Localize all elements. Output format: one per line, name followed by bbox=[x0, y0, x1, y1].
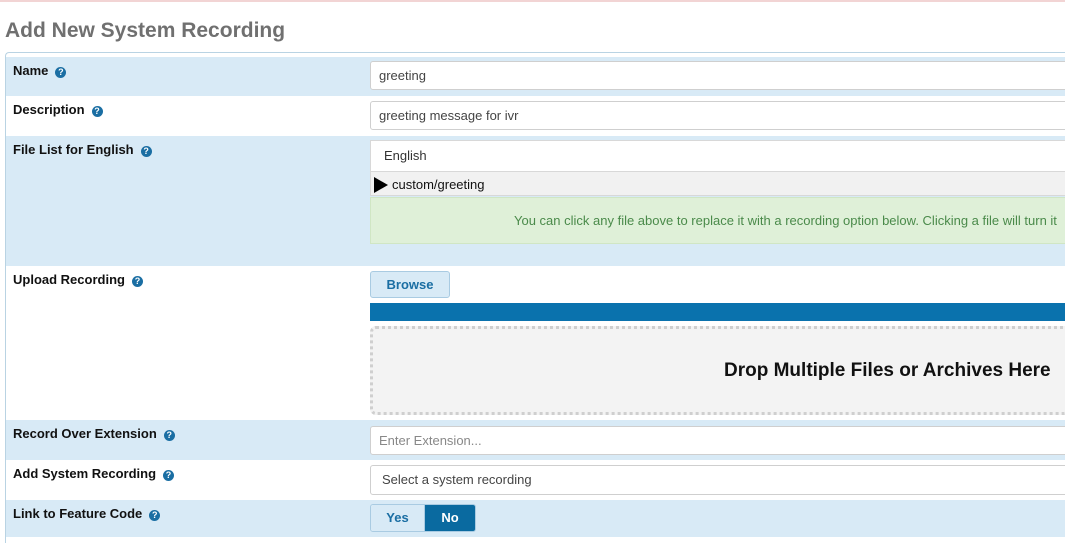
info-message: You can click any file above to replace … bbox=[370, 197, 1065, 244]
top-accent-bar bbox=[0, 0, 1065, 2]
feature-code-toggle: Yes No bbox=[370, 504, 476, 532]
help-icon[interactable]: ? bbox=[149, 510, 161, 521]
upload-progress-bar bbox=[370, 303, 1065, 321]
record-extension-label: Record Over Extension bbox=[13, 426, 157, 441]
help-icon[interactable]: ? bbox=[163, 430, 175, 441]
file-list-label: File List for English bbox=[13, 142, 134, 157]
help-icon[interactable]: ? bbox=[55, 67, 67, 78]
language-header: English bbox=[370, 140, 1065, 171]
file-list-item[interactable]: custom/greeting bbox=[370, 171, 1065, 196]
description-field[interactable] bbox=[370, 101, 1065, 130]
extension-input[interactable] bbox=[370, 426, 1065, 455]
upload-label: Upload Recording bbox=[13, 272, 125, 287]
description-label: Description bbox=[13, 102, 85, 117]
browse-button[interactable]: Browse bbox=[370, 271, 450, 298]
help-icon[interactable]: ? bbox=[163, 470, 175, 481]
name-label: Name bbox=[13, 63, 49, 78]
upload-progress-fill bbox=[370, 303, 1065, 321]
play-icon[interactable] bbox=[374, 177, 388, 193]
name-field[interactable] bbox=[370, 61, 1065, 90]
system-recording-select[interactable]: Select a system recording bbox=[370, 465, 1065, 495]
feature-code-label: Link to Feature Code bbox=[13, 506, 143, 521]
add-system-recording-label: Add System Recording bbox=[13, 466, 157, 481]
file-dropzone[interactable]: Drop Multiple Files or Archives Here bbox=[370, 326, 1065, 415]
help-icon[interactable]: ? bbox=[131, 276, 143, 287]
file-name: custom/greeting bbox=[392, 177, 485, 192]
help-icon[interactable]: ? bbox=[91, 106, 103, 117]
row-feature-code: Link to Feature Code? bbox=[6, 500, 1065, 537]
page-title: Add New System Recording bbox=[5, 19, 286, 42]
yes-option[interactable]: Yes bbox=[371, 505, 425, 531]
dropzone-text: Drop Multiple Files or Archives Here bbox=[724, 360, 1051, 381]
no-option[interactable]: No bbox=[425, 505, 475, 531]
help-icon[interactable]: ? bbox=[140, 146, 152, 157]
